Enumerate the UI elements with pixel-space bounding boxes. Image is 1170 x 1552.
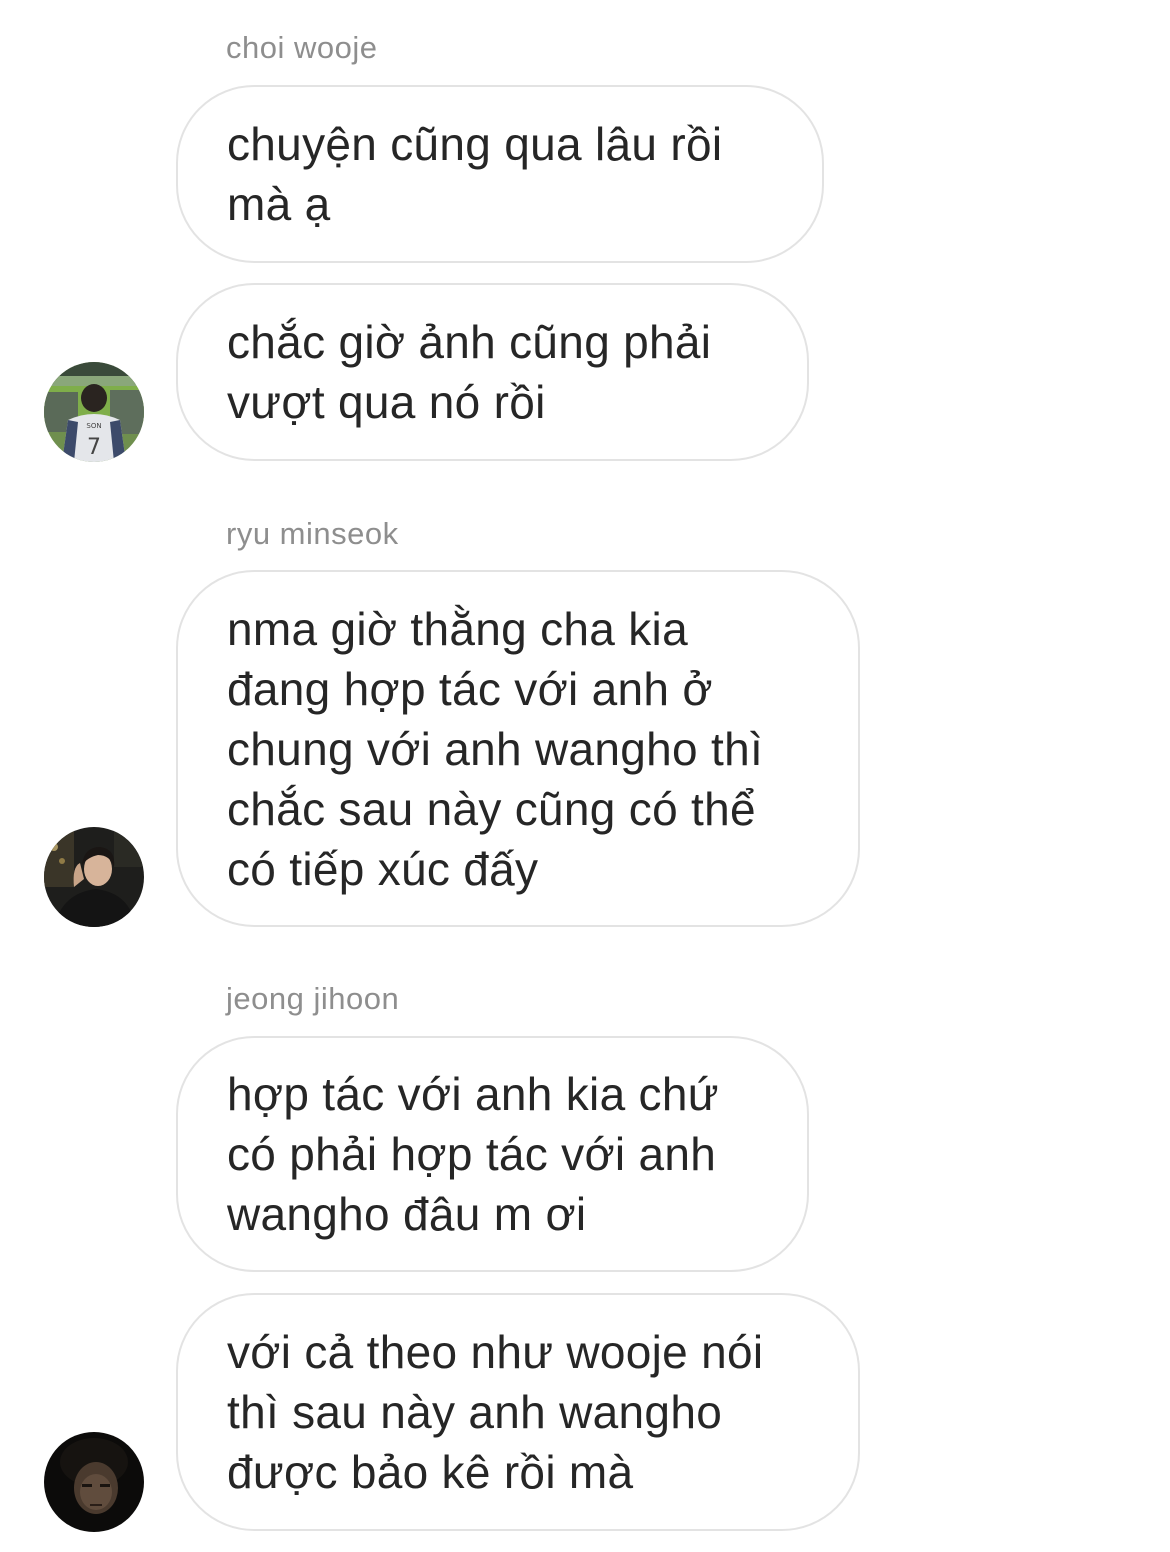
sender-name: ryu minseok (226, 516, 399, 551)
message-bubble[interactable]: nma giờ thằng cha kia đang hợp tác với a… (176, 570, 860, 927)
avatar[interactable] (44, 827, 144, 927)
avatar[interactable]: SON 7 (44, 362, 144, 462)
avatar-man-dark-icon (44, 827, 144, 927)
message-bubble[interactable]: với cả theo như wooje nói thì sau này an… (176, 1293, 860, 1531)
message-text: chuyện cũng qua lâu rồi mà ạ (227, 118, 723, 230)
message-text: hợp tác với anh kia chứ có phải hợp tác … (227, 1068, 719, 1240)
message-text: chắc giờ ảnh cũng phải vượt qua nó rồi (227, 316, 712, 428)
sender-name: jeong jihoon (226, 981, 400, 1016)
avatar-stadium-jersey-icon: SON 7 (44, 362, 144, 462)
sender-name: choi wooje (226, 30, 378, 65)
message-text: với cả theo như wooje nói thì sau này an… (227, 1326, 764, 1498)
avatar-face-dark-icon (44, 1432, 144, 1532)
jersey-number: 7 (87, 435, 101, 460)
message-bubble[interactable]: chuyện cũng qua lâu rồi mà ạ (176, 85, 824, 263)
jersey-name: SON (86, 422, 101, 430)
message-text: nma giờ thằng cha kia đang hợp tác với a… (227, 602, 764, 895)
message-bubble[interactable]: hợp tác với anh kia chứ có phải hợp tác … (176, 1036, 809, 1272)
avatar[interactable] (44, 1432, 144, 1532)
message-bubble[interactable]: chắc giờ ảnh cũng phải vượt qua nó rồi (176, 283, 809, 461)
